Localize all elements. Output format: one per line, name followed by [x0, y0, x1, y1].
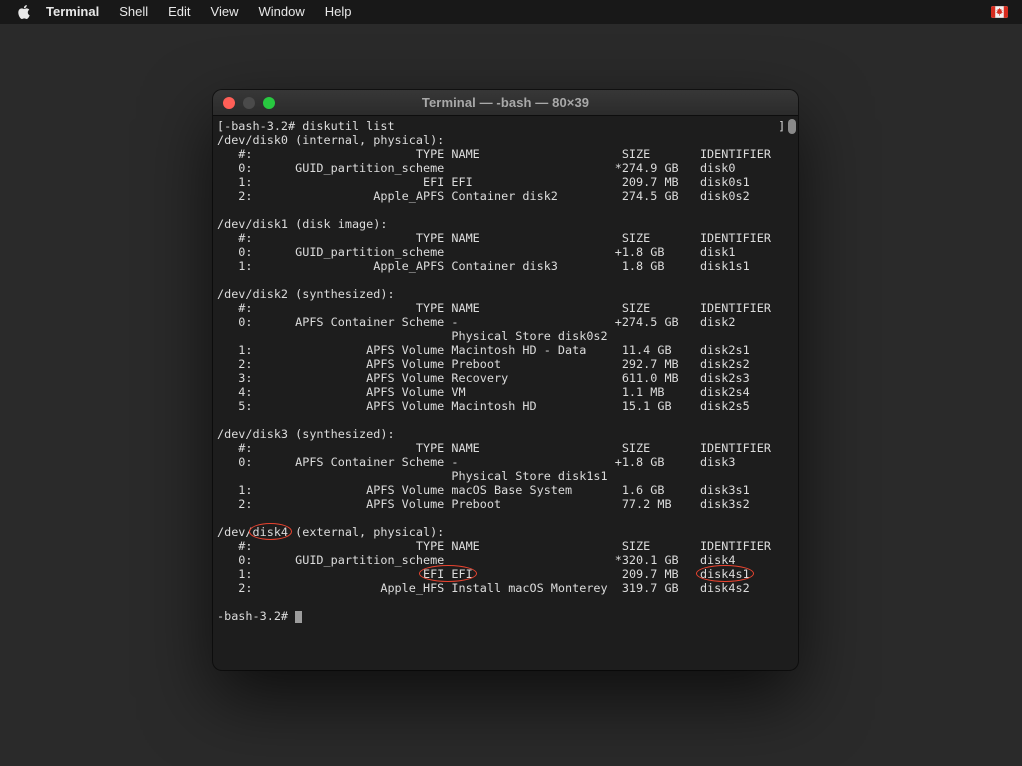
menu-item-terminal[interactable]: Terminal [36, 0, 109, 24]
terminal-line: 3: APFS Volume Recovery 611.0 MB disk2s3 [217, 371, 798, 385]
terminal-line: 2: Apple_HFS Install macOS Monterey 319.… [217, 581, 798, 595]
scrollbar[interactable] [786, 117, 797, 668]
menu-item-shell[interactable]: Shell [109, 0, 158, 24]
terminal-line: 1: APFS Volume macOS Base System 1.6 GB … [217, 483, 798, 497]
terminal-line: #: TYPE NAME SIZE IDENTIFIER [217, 539, 798, 553]
terminal-line: 2: Apple_APFS Container disk2 274.5 GB d… [217, 189, 798, 203]
scrollbar-thumb[interactable] [788, 119, 796, 134]
desktop: { "colors": { "annotation_red": "#e8432f… [0, 0, 1022, 766]
terminal-line [217, 595, 798, 609]
terminal-line: 1: EFI EFI 209.7 MB disk4s1 [217, 567, 798, 581]
terminal-line: /dev/disk0 (internal, physical): [217, 133, 798, 147]
terminal-line [217, 413, 798, 427]
window-titlebar[interactable]: Terminal — -bash — 80×39 [213, 90, 798, 116]
terminal-line: 5: APFS Volume Macintosh HD 15.1 GB disk… [217, 399, 798, 413]
window-title: Terminal — -bash — 80×39 [422, 95, 589, 110]
menu-item-view[interactable]: View [201, 0, 249, 24]
terminal-output: [-bash-3.2# diskutil list ]/dev/disk0 (i… [217, 119, 798, 623]
apple-menu-icon[interactable] [18, 5, 30, 19]
terminal-line: 1: Apple_APFS Container disk3 1.8 GB dis… [217, 259, 798, 273]
terminal-line: #: TYPE NAME SIZE IDENTIFIER [217, 147, 798, 161]
terminal-line: 1: APFS Volume Macintosh HD - Data 11.4 … [217, 343, 798, 357]
terminal-line: 0: GUID_partition_scheme +1.8 GB disk1 [217, 245, 798, 259]
input-source-canada-flag-icon[interactable] [991, 6, 1008, 18]
menu-bar: TerminalShellEditViewWindowHelp [0, 0, 1022, 24]
traffic-lights [223, 90, 275, 115]
terminal-line: #: TYPE NAME SIZE IDENTIFIER [217, 301, 798, 315]
apple-logo-icon [18, 5, 30, 19]
terminal-window: Terminal — -bash — 80×39 [-bash-3.2# dis… [213, 90, 798, 670]
annotation-circle: disk4s1 [700, 567, 750, 581]
terminal-line: 1: EFI EFI 209.7 MB disk0s1 [217, 175, 798, 189]
terminal-line: /dev/disk3 (synthesized): [217, 427, 798, 441]
canada-flag-icon [991, 6, 1008, 18]
terminal-line: /dev/disk2 (synthesized): [217, 287, 798, 301]
menu-items: TerminalShellEditViewWindowHelp [36, 0, 362, 24]
terminal-line: Physical Store disk1s1 [217, 469, 798, 483]
annotation-circle: disk4 [253, 525, 289, 539]
terminal-line: #: TYPE NAME SIZE IDENTIFIER [217, 441, 798, 455]
terminal-line: 0: APFS Container Scheme - +274.5 GB dis… [217, 315, 798, 329]
terminal-line [217, 273, 798, 287]
terminal-line: 4: APFS Volume VM 1.1 MB disk2s4 [217, 385, 798, 399]
terminal-content[interactable]: [-bash-3.2# diskutil list ]/dev/disk0 (i… [213, 116, 798, 669]
terminal-line: /dev/disk4 (external, physical): [217, 525, 798, 539]
annotation-circle: EFI EFI [423, 567, 473, 581]
minimize-button[interactable] [243, 97, 255, 109]
terminal-line [217, 511, 798, 525]
menu-item-help[interactable]: Help [315, 0, 362, 24]
zoom-button[interactable] [263, 97, 275, 109]
terminal-line: 0: APFS Container Scheme - +1.8 GB disk3 [217, 455, 798, 469]
menu-item-edit[interactable]: Edit [158, 0, 200, 24]
terminal-cursor [295, 611, 302, 623]
terminal-line: 2: APFS Volume Preboot 292.7 MB disk2s2 [217, 357, 798, 371]
terminal-line: Physical Store disk0s2 [217, 329, 798, 343]
terminal-line: [-bash-3.2# diskutil list ] [217, 119, 798, 133]
terminal-line: #: TYPE NAME SIZE IDENTIFIER [217, 231, 798, 245]
terminal-line: 0: GUID_partition_scheme *320.1 GB disk4 [217, 553, 798, 567]
terminal-line: -bash-3.2# [217, 609, 798, 623]
terminal-line: /dev/disk1 (disk image): [217, 217, 798, 231]
terminal-line [217, 203, 798, 217]
terminal-line: 0: GUID_partition_scheme *274.9 GB disk0 [217, 161, 798, 175]
menu-item-window[interactable]: Window [249, 0, 315, 24]
terminal-line: 2: APFS Volume Preboot 77.2 MB disk3s2 [217, 497, 798, 511]
close-button[interactable] [223, 97, 235, 109]
